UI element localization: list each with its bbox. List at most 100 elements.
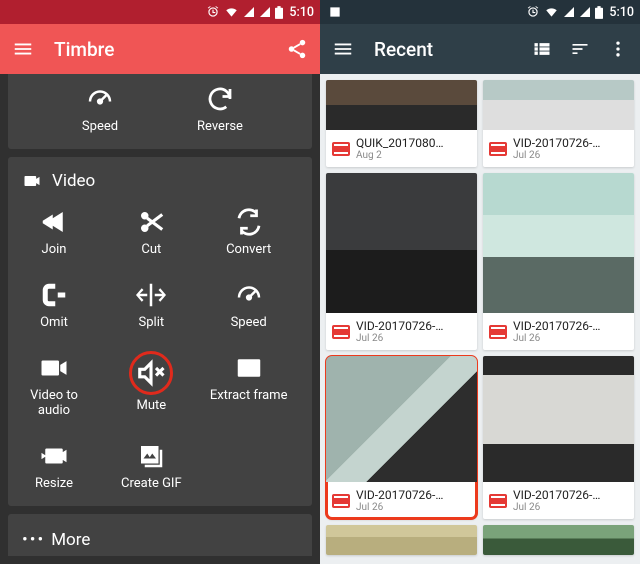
more-icon: •••	[22, 530, 45, 550]
video-caption: VID-20170726-…Jul 26	[483, 482, 634, 519]
tool-label: Cut	[141, 243, 161, 258]
video-caption: VID-20170726-…Jul 26	[483, 313, 634, 350]
video-card[interactable]: QUIK_2017080…Aug 2	[326, 80, 477, 167]
tool-create-gif[interactable]: Create GIF	[111, 435, 191, 496]
video-name: VID-20170726-…	[513, 136, 600, 150]
app-bar: Recent	[320, 24, 640, 74]
join-icon	[37, 205, 71, 239]
reverse-icon	[203, 82, 237, 116]
signal-icon	[563, 6, 575, 18]
tool-reverse[interactable]: Reverse	[180, 78, 260, 139]
film-icon	[489, 325, 507, 339]
signal-icon	[259, 6, 271, 18]
menu-icon[interactable]	[332, 38, 354, 60]
tool-join[interactable]: Join	[14, 201, 94, 262]
resize-icon	[37, 439, 71, 473]
video-icon	[22, 171, 42, 191]
video-thumbnail	[326, 173, 477, 313]
video-thumbnail	[326, 80, 477, 130]
signal-icon	[243, 6, 255, 18]
extract-frame-icon	[232, 351, 266, 385]
video-caption: VID-20170726-…Jul 26	[483, 130, 634, 167]
split-icon	[134, 278, 168, 312]
film-icon	[489, 494, 507, 508]
film-icon	[332, 325, 350, 339]
create-gif-icon	[134, 439, 168, 473]
video-section-header: Video	[14, 167, 306, 201]
clock-text: 5:10	[609, 5, 634, 20]
tool-label: Omit	[40, 316, 68, 331]
share-icon[interactable]	[286, 38, 308, 60]
video-card[interactable]: VID-20170726-…Jul 26	[326, 173, 477, 350]
tool-speed[interactable]: Speed	[209, 274, 289, 335]
overflow-icon[interactable]	[608, 39, 628, 59]
video-section-label: Video	[52, 171, 95, 191]
app-bar: Timbre	[0, 24, 320, 74]
video-date: Jul 26	[356, 502, 443, 513]
cut-icon	[134, 205, 168, 239]
clock-text: 5:10	[289, 5, 314, 20]
alarm-icon	[206, 5, 220, 19]
speed-icon	[83, 82, 117, 116]
video-name: VID-20170726-…	[513, 488, 600, 502]
video-date: Aug 2	[356, 150, 443, 161]
status-bar: 5:10	[0, 0, 320, 24]
omit-icon	[37, 278, 71, 312]
status-bar: 5:10	[320, 0, 640, 24]
video-name: VID-20170726-…	[513, 319, 600, 333]
video-card[interactable]	[483, 525, 634, 555]
tool-cut[interactable]: Cut	[111, 201, 191, 262]
video-name: VID-20170726-…	[356, 319, 443, 333]
video-thumbnail	[483, 356, 634, 482]
tool-label: Speed	[82, 120, 118, 135]
tool-label: Speed	[231, 316, 267, 331]
video-caption: VID-20170726-…Jul 26	[326, 482, 477, 519]
more-card[interactable]: ••• More	[8, 514, 312, 556]
tool-label: Split	[139, 316, 165, 331]
tool-video-to-audio[interactable]: Video to audio	[14, 347, 94, 423]
video-thumbnail	[483, 80, 634, 130]
more-label: More	[51, 530, 90, 550]
battery-icon	[595, 6, 603, 19]
video-to-audio-icon	[37, 351, 71, 385]
battery-icon	[275, 6, 283, 19]
film-icon	[489, 142, 507, 156]
video-caption: QUIK_2017080…Aug 2	[326, 130, 477, 167]
app-title: Recent	[374, 38, 514, 61]
video-card[interactable]	[326, 525, 477, 555]
tool-omit[interactable]: Omit	[14, 274, 94, 335]
tool-split[interactable]: Split	[111, 274, 191, 335]
video-date: Jul 26	[513, 150, 600, 161]
video-card[interactable]: VID-20170726-…Jul 26	[483, 356, 634, 519]
tool-label: Convert	[226, 243, 271, 258]
video-thumbnail	[326, 525, 477, 555]
tool-extract-frame[interactable]: Extract frame	[209, 347, 289, 423]
view-list-icon[interactable]	[532, 39, 552, 59]
video-thumbnail	[326, 356, 477, 482]
video-caption: VID-20170726-…Jul 26	[326, 313, 477, 350]
video-card[interactable]: VID-20170726-…Jul 26	[326, 356, 477, 519]
app-title: Timbre	[54, 38, 268, 61]
sort-icon[interactable]	[570, 39, 590, 59]
tool-label: Resize	[35, 477, 73, 492]
video-card[interactable]: VID-20170726-…Jul 26	[483, 80, 634, 167]
video-date: Jul 26	[513, 502, 600, 513]
tool-resize[interactable]: Resize	[14, 435, 94, 496]
video-date: Jul 26	[356, 333, 443, 344]
tool-label: Reverse	[197, 120, 243, 135]
convert-icon	[232, 205, 266, 239]
wifi-icon	[224, 5, 239, 19]
tool-label: Join	[42, 243, 67, 258]
alarm-icon	[526, 5, 540, 19]
tool-mute[interactable]: Mute	[111, 347, 191, 423]
signal-icon	[579, 6, 591, 18]
video-thumbnail	[483, 525, 634, 555]
tool-convert[interactable]: Convert	[209, 201, 289, 262]
video-card: Video Join Cut Convert Omit Split Speed Video …	[8, 157, 312, 506]
video-name: VID-20170726-…	[356, 488, 443, 502]
video-thumbnail	[483, 173, 634, 313]
tool-speed[interactable]: Speed	[60, 78, 140, 139]
tool-label: Create GIF	[121, 477, 182, 492]
menu-icon[interactable]	[12, 38, 34, 60]
video-card[interactable]: VID-20170726-…Jul 26	[483, 173, 634, 350]
